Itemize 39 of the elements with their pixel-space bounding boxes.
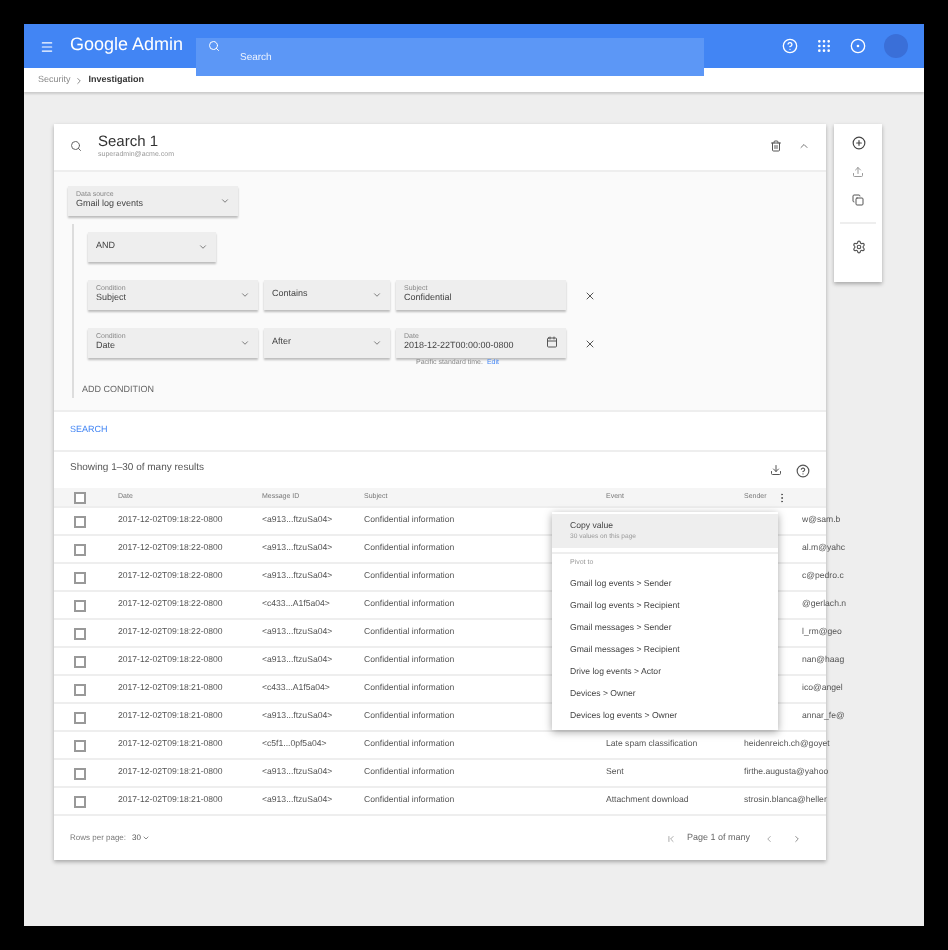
previous-page-icon[interactable]	[764, 833, 774, 844]
checkbox[interactable]	[74, 571, 86, 584]
search-icon	[208, 40, 220, 52]
next-page-icon[interactable]	[792, 833, 802, 844]
checkbox[interactable]	[74, 683, 86, 696]
checkbox[interactable]	[74, 599, 86, 612]
help-icon[interactable]	[796, 463, 810, 478]
calendar-icon[interactable]	[546, 336, 558, 349]
checkbox[interactable]	[74, 655, 86, 668]
product-name: Google Admin	[70, 32, 182, 59]
first-page-icon[interactable]	[666, 833, 677, 844]
chevron-right-icon	[74, 75, 85, 85]
checkbox[interactable]	[74, 543, 86, 556]
close-icon[interactable]	[584, 289, 596, 302]
caret-icon	[240, 337, 250, 348]
checkbox[interactable]	[74, 491, 86, 504]
checkbox[interactable]	[74, 767, 86, 780]
trash-icon[interactable]	[770, 140, 782, 153]
copy-icon[interactable]	[852, 194, 864, 206]
menu-icon[interactable]	[40, 39, 54, 53]
caret-icon	[220, 195, 230, 206]
add-circle-icon[interactable]	[851, 136, 865, 150]
upload-icon[interactable]	[852, 166, 864, 178]
caret-icon	[198, 241, 208, 252]
close-icon[interactable]	[584, 337, 596, 350]
download-icon[interactable]	[770, 464, 782, 477]
search-icon	[70, 140, 82, 153]
caret-icon	[372, 337, 382, 348]
checkbox[interactable]	[74, 515, 86, 528]
apps-grid-icon[interactable]	[816, 38, 832, 54]
caret-icon	[240, 289, 250, 300]
collapse-icon[interactable]	[798, 140, 810, 153]
notification-icon[interactable]	[850, 38, 866, 54]
checkbox[interactable]	[74, 627, 86, 640]
checkbox[interactable]	[74, 795, 86, 807]
checkbox[interactable]	[74, 711, 86, 724]
caret-icon	[372, 289, 382, 300]
checkbox[interactable]	[74, 739, 86, 752]
settings-icon[interactable]	[851, 240, 865, 254]
